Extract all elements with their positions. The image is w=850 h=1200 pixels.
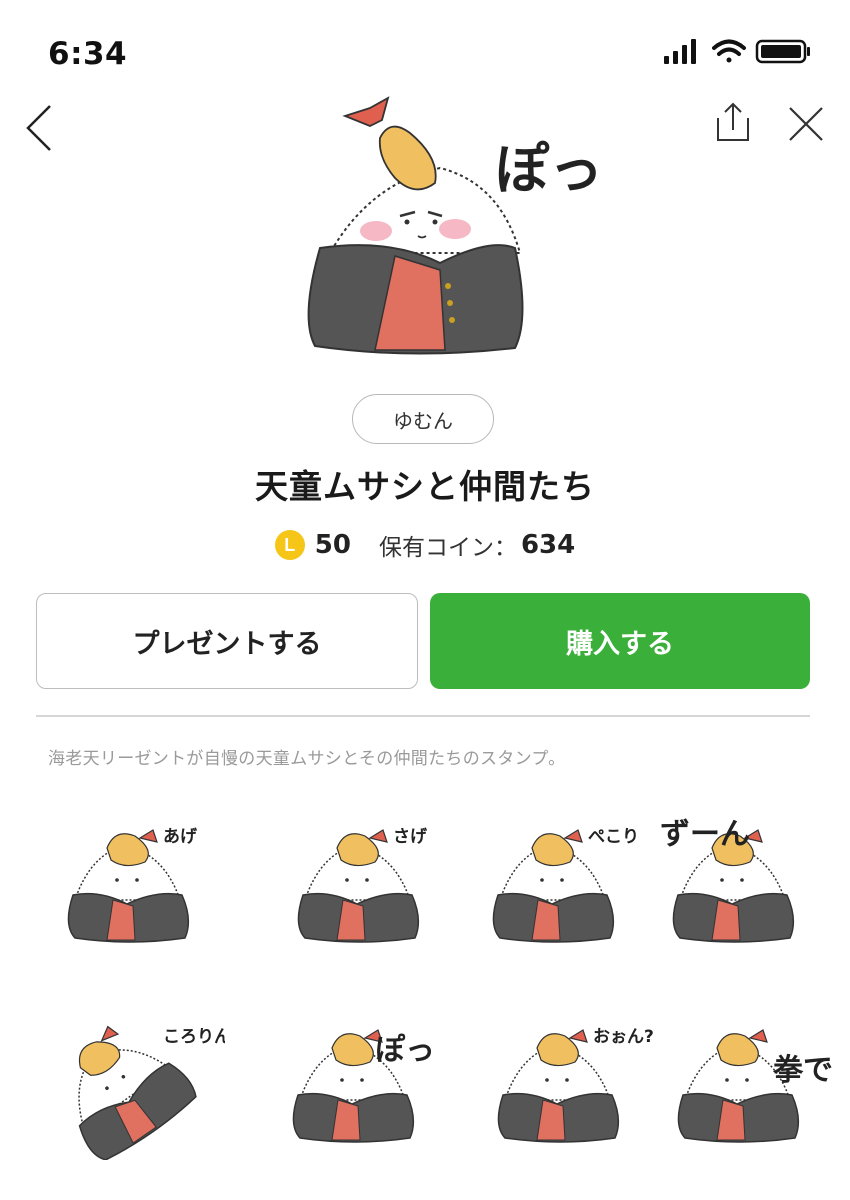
wifi-icon bbox=[712, 39, 746, 63]
sticker-caption: ずーん bbox=[660, 817, 750, 852]
status-time: 6:34 bbox=[48, 36, 128, 72]
back-button[interactable] bbox=[22, 102, 62, 154]
owned-coins-value: 634 bbox=[520, 530, 576, 560]
chevron-left-icon bbox=[26, 105, 51, 151]
sticker-thumbnail[interactable]: あげ bbox=[45, 800, 225, 960]
sticker-caption: さげ bbox=[393, 827, 428, 847]
owned-coins-label: 保有コイン： bbox=[378, 535, 517, 561]
sticker-title: 天童ムサシと仲間たち bbox=[255, 467, 595, 506]
hero-sticker-image: ぽっ bbox=[307, 96, 603, 355]
sticker-caption: ころりん bbox=[163, 1027, 225, 1047]
share-button[interactable] bbox=[710, 100, 756, 146]
close-icon bbox=[789, 107, 823, 141]
sticker-caption: 拳で bbox=[772, 1053, 833, 1088]
sticker-caption: あげ bbox=[163, 827, 198, 847]
share-icon bbox=[717, 102, 749, 141]
sticker-thumbnail[interactable]: さげ bbox=[275, 800, 455, 960]
price-value: 50 bbox=[314, 530, 351, 560]
sticker-thumbnail[interactable]: ずーん bbox=[650, 800, 830, 960]
sticker-thumbnail[interactable]: おぉん? bbox=[475, 1000, 655, 1160]
divider bbox=[36, 715, 810, 717]
author-button[interactable]: ゆむん bbox=[352, 394, 494, 444]
close-button[interactable] bbox=[784, 102, 828, 146]
sticker-caption: おぉん? bbox=[593, 1027, 654, 1047]
sticker-description: 海老天リーゼントが自慢の天童ムサシとその仲間たちのスタンプ。 bbox=[48, 749, 566, 769]
sticker-caption: ぺこり bbox=[588, 827, 639, 847]
sticker-thumbnail[interactable]: ぺこり bbox=[470, 800, 650, 960]
hero-caption: ぽっ bbox=[495, 138, 603, 201]
battery-icon bbox=[755, 39, 810, 64]
coin-icon: L bbox=[274, 530, 305, 560]
sticker-thumbnail[interactable]: 拳で bbox=[655, 1000, 835, 1160]
sticker-thumbnail[interactable]: ころりん bbox=[45, 1000, 225, 1160]
signal-icon bbox=[664, 39, 696, 64]
gift-button[interactable]: プレゼントする bbox=[36, 593, 418, 689]
buy-button[interactable]: 購入する bbox=[430, 593, 810, 689]
sticker-thumbnail[interactable]: ぽっ bbox=[270, 1000, 450, 1160]
sticker-caption: ぽっ bbox=[375, 1033, 435, 1068]
price-row: L 50 保有コイン： 634 bbox=[0, 528, 850, 562]
status-icons bbox=[664, 39, 810, 64]
